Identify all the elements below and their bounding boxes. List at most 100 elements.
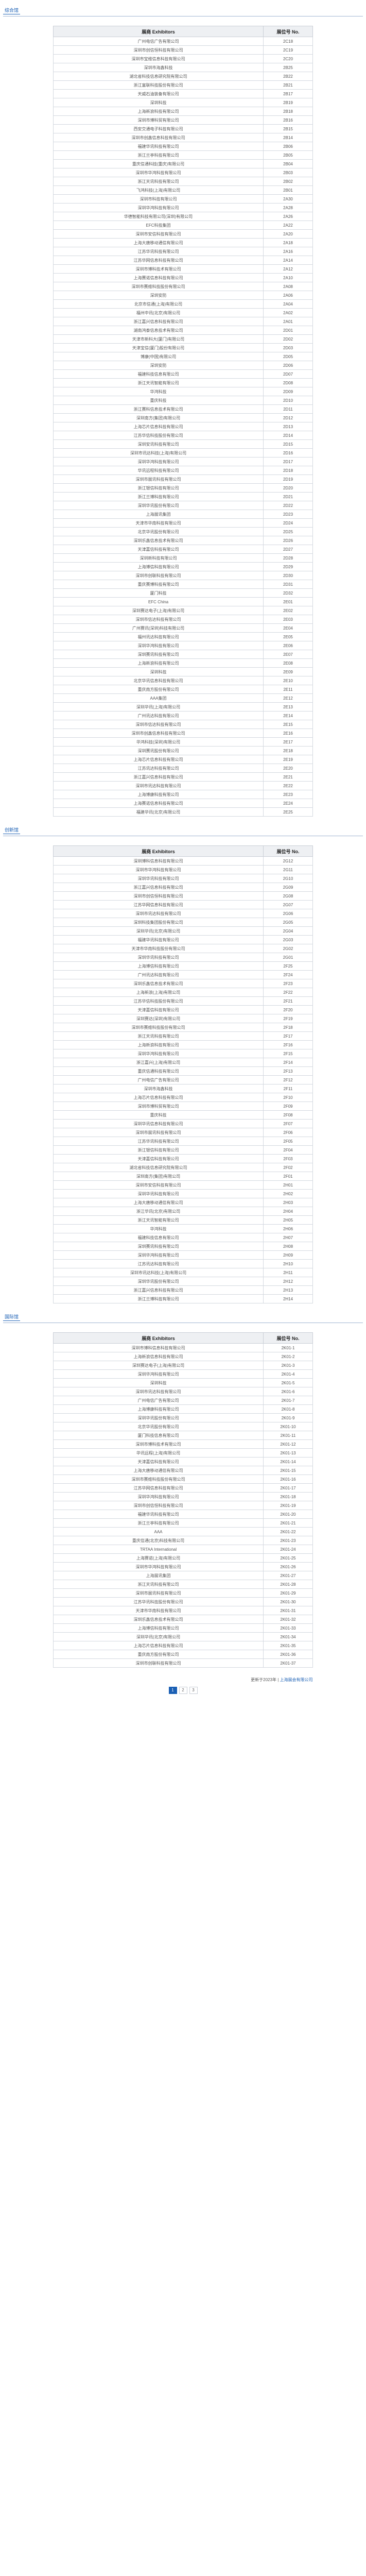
exhibitor-name: 湖北省科技信息研究院有限公司 xyxy=(53,72,264,81)
table-row: 上海赛诺(上海)有限公司 2K01-25 xyxy=(53,1553,313,1563)
booth-number: 2K01-2 xyxy=(263,1352,313,1361)
booth-number: 2G05 xyxy=(263,918,313,927)
exhibitor-name: 深圳市创信恒科技有限公司 xyxy=(53,45,264,55)
exhibitor-name: 浙江银信科技有限公司 xyxy=(53,1145,264,1155)
booth-number: 2K01-15 xyxy=(263,1466,313,1475)
exhibitor-name: 深圳博科信息科技有限公司 xyxy=(53,856,264,866)
exhibitor-name: 天津市华南科技有限公司 xyxy=(53,518,264,528)
exhibitor-section: 国际馆 展商 Exhibitors 展位号 No. 深圳市博科信息科技有限公司 2K01… xyxy=(0,1313,366,1668)
booth-number: 2D31 xyxy=(263,580,313,589)
table-row: 深圳市讯达科技有限公司 2G06 xyxy=(53,909,313,918)
table-row: 深圳市展讯科技有限公司 2F06 xyxy=(53,1128,313,1137)
table-row: 深圳市博科技术有限公司 2A12 xyxy=(53,264,313,274)
booth-number: 2D20 xyxy=(263,483,313,493)
exhibitor-name: 华鸿科技 xyxy=(53,387,264,396)
table-row: 浙江嘉兴信息科技有限公司 2G09 xyxy=(53,883,313,892)
booth-number: 2D03 xyxy=(263,343,313,352)
exhibitor-name: 深圳科技 xyxy=(53,98,264,107)
booth-number: 2G08 xyxy=(263,891,313,901)
section-tag[interactable]: 创新馆 xyxy=(3,826,21,834)
table-row: 深圳华讯科技有限公司 2H02 xyxy=(53,1189,313,1198)
booth-number: 2D16 xyxy=(263,448,313,457)
booth-number: 2D21 xyxy=(263,492,313,501)
exhibitor-name: 江苏华讯科技股份有限公司 xyxy=(53,1597,264,1606)
exhibitor-name: 深圳安防 xyxy=(53,361,264,370)
table-row: 湖北省科技信息研究院有限公司 2B22 xyxy=(53,72,313,81)
exhibitor-name: 浙江嘉兴信息科技有限公司 xyxy=(53,772,264,782)
booth-number: 2D15 xyxy=(263,439,313,449)
exhibitor-name: 上海赛诺信息科技有限公司 xyxy=(53,799,264,808)
exhibitor-name: 浙江嘉兴(上海)有限公司 xyxy=(53,1058,264,1067)
booth-number: 2B05 xyxy=(263,150,313,160)
booth-number: 2H12 xyxy=(263,1277,313,1286)
exhibitor-name: 深圳赛达电子(上海)有限公司 xyxy=(53,1361,264,1370)
table-row: 浙江天讯科技有限公司 2K01-28 xyxy=(53,1580,313,1589)
table-row: 浙江富联科技股份有限公司 2B21 xyxy=(53,80,313,90)
page-button-1[interactable]: 1 xyxy=(168,1687,177,1694)
exhibitor-name: 深圳乐鑫信息技术有限公司 xyxy=(53,979,264,988)
exhibitor-name: 上海新浪信息科技有限公司 xyxy=(53,1352,264,1361)
booth-number: 2H07 xyxy=(263,1233,313,1242)
booth-number: 2H14 xyxy=(263,1294,313,1303)
table-row: 深圳安防 2D06 xyxy=(53,361,313,370)
booth-number: 2H04 xyxy=(263,1207,313,1216)
page-button-3[interactable]: 3 xyxy=(189,1687,198,1694)
table-row: 深圳市宝维信息科技有限公司 2C20 xyxy=(53,54,313,63)
table-row: 江苏华网信息科技有限公司 2K01-17 xyxy=(53,1483,313,1493)
exhibitor-name: 深圳市讯达科技有限公司 xyxy=(53,1387,264,1396)
exhibitor-name: 飞鸿科技(上海)有限公司 xyxy=(53,185,264,195)
booth-number: 2H09 xyxy=(263,1250,313,1260)
table-row: 江苏华网信息科技有限公司 2G07 xyxy=(53,900,313,909)
table-row: 天津嘉信科技有限公司 2F20 xyxy=(53,1005,313,1014)
booth-number: 2D17 xyxy=(263,457,313,466)
table-row: 重庆信通科技(重庆)有限公司 2B04 xyxy=(53,159,313,168)
booth-number: 2K01-26 xyxy=(263,1562,313,1571)
exhibitor-name: 重庆科技 xyxy=(53,396,264,405)
table-row: 华鸿科技 2D09 xyxy=(53,387,313,396)
booth-number: 2F09 xyxy=(263,1101,313,1111)
exhibitor-name: 深圳市宝维信息科技有限公司 xyxy=(53,54,264,63)
booth-number: 2E05 xyxy=(263,632,313,641)
exhibitor-name: 深圳市信达科技有限公司 xyxy=(53,615,264,624)
exhibitor-name: 广州电信广告有限公司 xyxy=(53,1075,264,1084)
section-tag[interactable]: 国际馆 xyxy=(3,1313,21,1321)
exhibitor-name: 深圳市安信科技有限公司 xyxy=(53,229,264,239)
table-row: 重庆信通科技有限公司 2F13 xyxy=(53,1066,313,1076)
booth-number: 2F05 xyxy=(263,1137,313,1146)
table-row: 深圳乐鑫信息技术有限公司 2D26 xyxy=(53,536,313,545)
table-row: 深圳安防 2A06 xyxy=(53,291,313,300)
booth-number: 2F24 xyxy=(263,970,313,979)
exhibitor-name: 上海博信科技有限公司 xyxy=(53,1623,264,1633)
exhibitor-name: 重庆南方股份有限公司 xyxy=(53,685,264,694)
table-row: 深圳市赛维科技股份有限公司 2F18 xyxy=(53,1023,313,1032)
booth-number: 2A26 xyxy=(263,212,313,221)
table-row: 天津嘉信科技有限公司 2D27 xyxy=(53,545,313,554)
booth-number: 2E14 xyxy=(263,711,313,720)
booth-number: 2F06 xyxy=(263,1128,313,1137)
table-row: 深圳市海鑫科技 2F11 xyxy=(53,1084,313,1093)
section-tag[interactable]: 综合馆 xyxy=(3,6,21,14)
booth-number: 2B21 xyxy=(263,80,313,90)
table-row: 深圳市海鑫科技 2B25 xyxy=(53,63,313,72)
page-button-2[interactable]: 2 xyxy=(179,1687,187,1694)
exhibitor-name: 江苏华讯科技有限公司 xyxy=(53,1137,264,1146)
booth-number: 2E07 xyxy=(263,650,313,659)
booth-number: 2E23 xyxy=(263,790,313,799)
table-row: 深圳市赛维科技股份有限公司 2A08 xyxy=(53,282,313,291)
exhibitor-name: 北京华讯股份有限公司 xyxy=(53,1422,264,1431)
booth-number: 2F13 xyxy=(263,1066,313,1076)
exhibitor-table: 展商 Exhibitors 展位号 No. 广州电信广告有限公司 2C18 深圳市创信恒… xyxy=(53,26,313,817)
table-row: 深圳华讯股份有限公司 2K01-9 xyxy=(53,1413,313,1422)
exhibitor-name: 深圳华鸿科技有限公司 xyxy=(53,1049,264,1058)
booth-number: 2F16 xyxy=(263,1040,313,1049)
table-row: 深圳赛达电子(上海)有限公司 2E02 xyxy=(53,606,313,615)
booth-number: 2A12 xyxy=(263,264,313,274)
exhibitor-name: 天津市新科大(厦门)有限公司 xyxy=(53,334,264,344)
exhibitor-name: 上海赛诺(上海)有限公司 xyxy=(53,1553,264,1563)
table-row: 江苏华讯科技股份有限公司 2K01-30 xyxy=(53,1597,313,1606)
table-row: 深圳市展讯科技有限公司 2D19 xyxy=(53,474,313,484)
booth-number: 2K01-18 xyxy=(263,1492,313,1501)
booth-number: 2F08 xyxy=(263,1110,313,1120)
table-row: 深圳市科技有限公司 2A30 xyxy=(53,194,313,204)
exhibitor-name: 江苏讯达科技有限公司 xyxy=(53,1259,264,1268)
